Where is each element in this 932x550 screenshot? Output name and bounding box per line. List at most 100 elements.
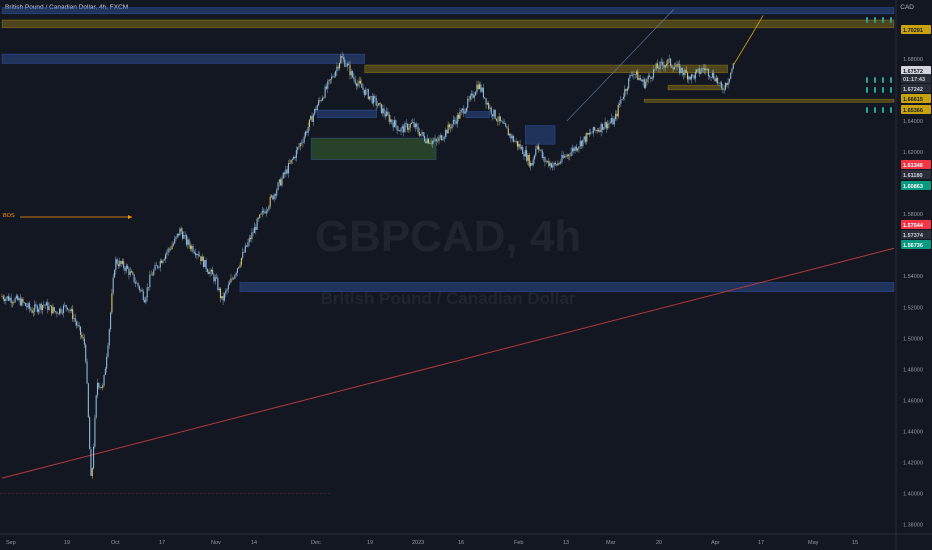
signal-dot <box>890 17 892 23</box>
candle-body <box>183 234 185 239</box>
candle-body <box>127 265 129 269</box>
candle-body <box>668 58 670 60</box>
candle-body <box>680 67 682 74</box>
candle-body <box>27 303 29 308</box>
candle-body <box>251 232 253 240</box>
candle-body <box>451 124 453 129</box>
candle-body <box>438 137 440 142</box>
candle-body <box>528 154 530 167</box>
price-tag-label: 1.57544 <box>903 223 924 229</box>
candle-body <box>482 87 484 98</box>
x-tick-label: Nov <box>211 540 221 546</box>
candle-body <box>345 66 347 67</box>
price-chart[interactable]: 1.700001.680001.660001.640001.620001.600… <box>0 0 932 550</box>
candle-body <box>144 300 146 303</box>
candle-body <box>677 63 679 65</box>
candle-body <box>223 293 225 301</box>
candle-body <box>710 77 712 78</box>
candle-body <box>307 126 309 133</box>
candle-body <box>96 382 99 396</box>
candle-body <box>276 189 278 196</box>
candle-body <box>425 141 427 144</box>
signal-dot <box>874 17 876 23</box>
signal-dot <box>874 87 876 93</box>
candle-body <box>47 302 49 311</box>
candle-body <box>289 163 291 164</box>
candle-body <box>359 80 362 84</box>
candle-body <box>638 77 640 81</box>
candle-body <box>468 98 470 100</box>
x-tick-label: 15 <box>852 540 858 546</box>
candle-body <box>603 127 605 130</box>
candle-body <box>366 89 368 91</box>
candle-body <box>552 165 554 168</box>
candle-body <box>331 76 333 80</box>
candle-body <box>621 98 623 100</box>
candle-body <box>374 96 376 99</box>
candle-body <box>456 114 458 124</box>
candle-body <box>168 248 171 250</box>
candle-body <box>372 96 375 104</box>
x-tick-label: Dec <box>311 540 321 546</box>
candle-body <box>295 150 297 159</box>
candle-body <box>400 128 402 132</box>
candle-body <box>198 255 201 257</box>
candle-body <box>519 144 521 149</box>
signal-dot <box>882 17 884 23</box>
candle-body <box>119 261 121 267</box>
candle-body <box>4 299 6 302</box>
candle-body <box>630 74 632 76</box>
candle-body <box>39 303 41 310</box>
candle-body <box>556 164 558 166</box>
candle-body <box>702 68 704 69</box>
candle-body <box>13 302 15 303</box>
candle-body <box>273 194 275 200</box>
candle-body <box>511 136 513 139</box>
candle-body <box>290 159 292 164</box>
candle-body <box>375 98 377 106</box>
price-tag-label: 1.65366 <box>903 108 923 114</box>
candle-body <box>233 278 235 280</box>
candle-body <box>683 72 685 75</box>
candle-body <box>66 307 68 310</box>
candle-body <box>620 99 622 104</box>
candle-body <box>554 162 556 165</box>
candle-body <box>577 148 579 151</box>
candle-body <box>477 84 479 89</box>
candle-body <box>480 84 482 92</box>
candle-body <box>403 126 405 133</box>
candle-body <box>689 76 691 80</box>
candle-body <box>546 160 549 162</box>
candle-body <box>497 120 499 122</box>
signal-dot <box>866 87 868 93</box>
candle-body <box>86 361 88 384</box>
candle-body <box>51 305 53 314</box>
candle-body <box>328 79 330 82</box>
candle-body <box>267 209 269 211</box>
candle-body <box>628 78 630 89</box>
candle-body <box>110 312 112 330</box>
candle-body <box>566 154 568 157</box>
candle-body <box>720 82 723 88</box>
candle-body <box>117 264 119 267</box>
candle-body <box>626 88 628 91</box>
candle-body <box>299 143 301 147</box>
candle-body <box>600 123 602 132</box>
candle-body <box>244 245 246 253</box>
candle-body <box>252 232 254 234</box>
candle-body <box>34 304 36 312</box>
candle-body <box>24 303 27 306</box>
candle-body <box>116 259 118 265</box>
candle-body <box>433 140 435 142</box>
candle-body <box>340 56 342 63</box>
candle-body <box>473 95 475 98</box>
y-tick-label: 1.38000 <box>903 523 923 529</box>
candle-body <box>531 163 533 166</box>
candle-body <box>363 89 365 95</box>
signal-dot <box>890 87 892 93</box>
candle-body <box>166 252 168 255</box>
candle-body <box>260 213 262 215</box>
price-tag-label: 1.70291 <box>903 28 923 34</box>
candle-body <box>675 66 677 68</box>
candle-body <box>550 163 553 168</box>
